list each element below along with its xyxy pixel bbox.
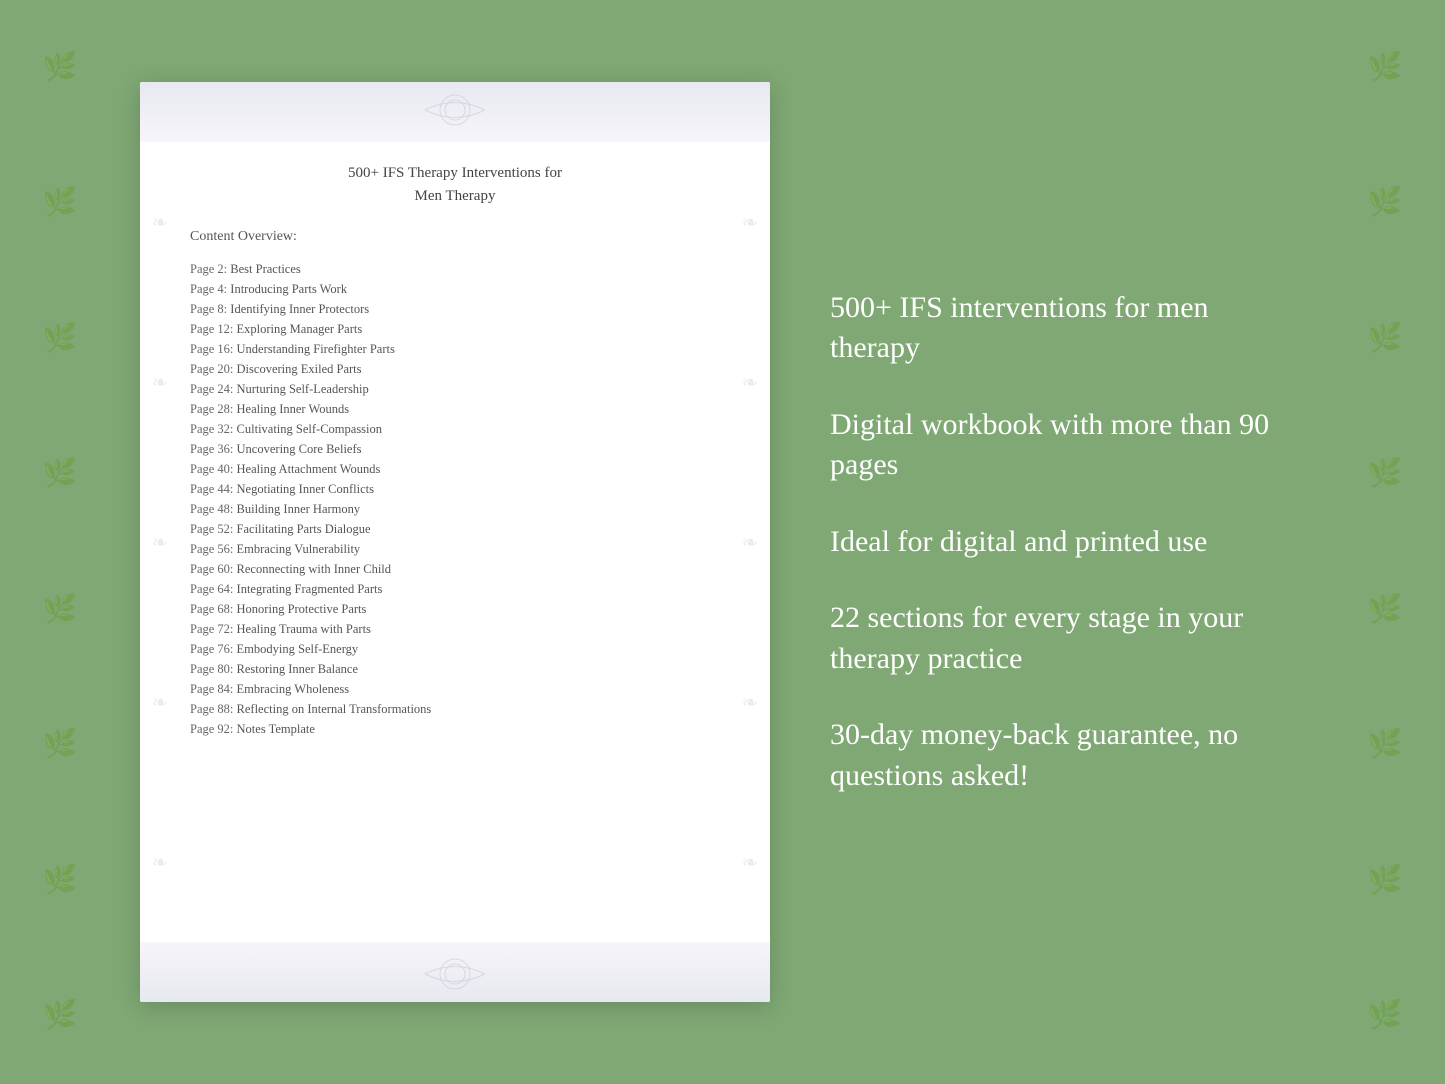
toc-item: Page 8: Identifying Inner Protectors	[190, 299, 720, 319]
toc-page-num: Page 84:	[190, 682, 233, 696]
toc-page-num: Page 28:	[190, 402, 233, 416]
toc-title: Honoring Protective Parts	[237, 602, 367, 616]
toc-item: Page 60: Reconnecting with Inner Child	[190, 559, 720, 579]
feature-item: Digital workbook with more than 90 pages	[830, 405, 1285, 486]
toc-title: Identifying Inner Protectors	[230, 302, 369, 316]
toc-title: Notes Template	[237, 722, 315, 736]
toc-item: Page 2: Best Practices	[190, 259, 720, 279]
toc-title: Healing Trauma with Parts	[237, 622, 371, 636]
toc-title: Understanding Firefighter Parts	[237, 342, 395, 356]
toc-item: Page 24: Nurturing Self-Leadership	[190, 379, 720, 399]
toc-title: Negotiating Inner Conflicts	[237, 482, 374, 496]
toc-title: Best Practices	[230, 262, 300, 276]
doc-top-ornament	[140, 82, 770, 142]
toc-title: Healing Attachment Wounds	[237, 462, 381, 476]
toc-page-num: Page 32:	[190, 422, 233, 436]
toc-item: Page 72: Healing Trauma with Parts	[190, 619, 720, 639]
feature-item: 30-day money-back guarantee, no question…	[830, 715, 1285, 796]
toc-title: Discovering Exiled Parts	[237, 362, 362, 376]
toc-item: Page 32: Cultivating Self-Compassion	[190, 419, 720, 439]
features-panel: 500+ IFS interventions for men therapy Di…	[830, 288, 1305, 797]
toc-page-num: Page 80:	[190, 662, 233, 676]
toc-page-num: Page 64:	[190, 582, 233, 596]
toc-title: Embracing Vulnerability	[237, 542, 361, 556]
toc-page-num: Page 20:	[190, 362, 233, 376]
toc-title: Embracing Wholeness	[237, 682, 350, 696]
document-preview: ❧ ❧ ❧ ❧ ❧ ❧ ❧ ❧ ❧ ❧ 500+ IFS Therapy Int…	[140, 82, 770, 1002]
toc-title: Exploring Manager Parts	[237, 322, 363, 336]
doc-bottom-ornament	[140, 942, 770, 1002]
toc-title: Introducing Parts Work	[230, 282, 347, 296]
toc-title: Building Inner Harmony	[237, 502, 361, 516]
toc-page-num: Page 2:	[190, 262, 227, 276]
toc-page-num: Page 68:	[190, 602, 233, 616]
document-title: 500+ IFS Therapy Interventions for Men T…	[190, 162, 720, 207]
toc-item: Page 56: Embracing Vulnerability	[190, 539, 720, 559]
toc-title: Nurturing Self-Leadership	[237, 382, 369, 396]
feature-item: 500+ IFS interventions for men therapy	[830, 288, 1285, 369]
toc-title: Uncovering Core Beliefs	[237, 442, 362, 456]
toc-page-num: Page 72:	[190, 622, 233, 636]
toc-item: Page 12: Exploring Manager Parts	[190, 319, 720, 339]
toc-title: Integrating Fragmented Parts	[237, 582, 383, 596]
toc-title: Reflecting on Internal Transformations	[237, 702, 432, 716]
toc-page-num: Page 8:	[190, 302, 227, 316]
document-body: 500+ IFS Therapy Interventions for Men T…	[140, 142, 770, 942]
toc-page-num: Page 12:	[190, 322, 233, 336]
toc-item: Page 88: Reflecting on Internal Transfor…	[190, 699, 720, 719]
feature-item: 22 sections for every stage in your ther…	[830, 598, 1285, 679]
toc-item: Page 52: Facilitating Parts Dialogue	[190, 519, 720, 539]
toc-title: Embodying Self-Energy	[237, 642, 359, 656]
toc-page-num: Page 56:	[190, 542, 233, 556]
toc-page-num: Page 4:	[190, 282, 227, 296]
toc-page-num: Page 16:	[190, 342, 233, 356]
content-overview-label: Content Overview:	[190, 229, 720, 245]
toc-page-num: Page 76:	[190, 642, 233, 656]
toc-item: Page 92: Notes Template	[190, 719, 720, 739]
toc-item: Page 48: Building Inner Harmony	[190, 499, 720, 519]
toc-title: Cultivating Self-Compassion	[237, 422, 382, 436]
toc-page-num: Page 52:	[190, 522, 233, 536]
toc-page-num: Page 24:	[190, 382, 233, 396]
feature-item: Ideal for digital and printed use	[830, 522, 1285, 563]
doc-title-line2: Men Therapy	[415, 188, 496, 204]
toc-title: Healing Inner Wounds	[237, 402, 350, 416]
toc-item: Page 40: Healing Attachment Wounds	[190, 459, 720, 479]
toc-title: Facilitating Parts Dialogue	[237, 522, 371, 536]
toc-page-num: Page 48:	[190, 502, 233, 516]
toc-item: Page 28: Healing Inner Wounds	[190, 399, 720, 419]
toc-page-num: Page 92:	[190, 722, 233, 736]
toc-title: Restoring Inner Balance	[237, 662, 358, 676]
toc-item: Page 64: Integrating Fragmented Parts	[190, 579, 720, 599]
toc-item: Page 84: Embracing Wholeness	[190, 679, 720, 699]
toc-item: Page 44: Negotiating Inner Conflicts	[190, 479, 720, 499]
toc-item: Page 36: Uncovering Core Beliefs	[190, 439, 720, 459]
doc-title-line1: 500+ IFS Therapy Interventions for	[348, 165, 562, 181]
toc-title: Reconnecting with Inner Child	[237, 562, 391, 576]
main-content: ❧ ❧ ❧ ❧ ❧ ❧ ❧ ❧ ❧ ❧ 500+ IFS Therapy Int…	[0, 0, 1445, 1084]
toc-item: Page 4: Introducing Parts Work	[190, 279, 720, 299]
toc-item: Page 16: Understanding Firefighter Parts	[190, 339, 720, 359]
toc-item: Page 76: Embodying Self-Energy	[190, 639, 720, 659]
toc-page-num: Page 44:	[190, 482, 233, 496]
toc-page-num: Page 60:	[190, 562, 233, 576]
toc-page-num: Page 40:	[190, 462, 233, 476]
toc-item: Page 20: Discovering Exiled Parts	[190, 359, 720, 379]
toc-page-num: Page 36:	[190, 442, 233, 456]
toc-item: Page 80: Restoring Inner Balance	[190, 659, 720, 679]
table-of-contents: Page 2: Best PracticesPage 4: Introducin…	[190, 259, 720, 739]
toc-item: Page 68: Honoring Protective Parts	[190, 599, 720, 619]
toc-page-num: Page 88:	[190, 702, 233, 716]
